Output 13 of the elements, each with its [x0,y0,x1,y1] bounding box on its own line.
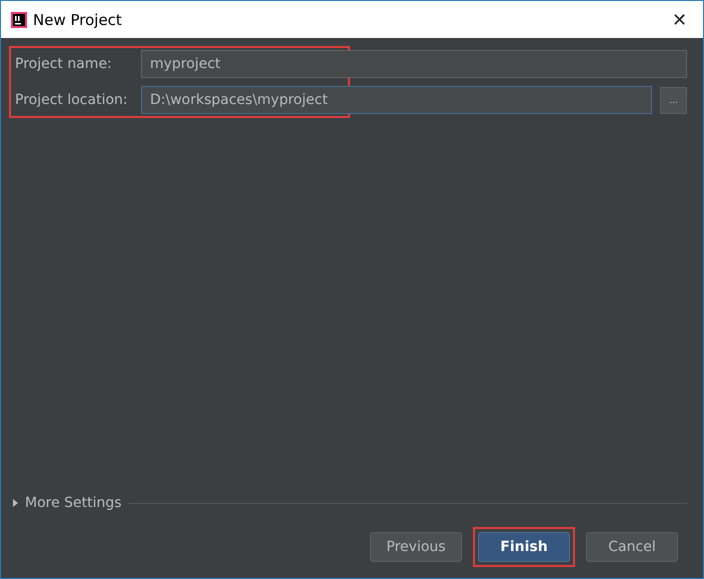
dialog-button[interactable]: Cancel [586,532,678,562]
dialog-button[interactable]: Finish [478,532,570,562]
field-label: Project location: [15,92,129,108]
window-title: New Project [33,10,123,28]
dialog-button[interactable]: Previous [370,532,462,562]
browse-button[interactable]: ... [660,86,687,114]
field-label: Project name: [15,56,113,72]
collapse-arrow-icon[interactable] [13,499,19,507]
app-logo-icon [11,12,27,28]
close-button[interactable]: ✕ [666,8,693,30]
text-field[interactable]: D:\workspaces\myproject [141,86,652,114]
more-settings-toggle[interactable]: More Settings [25,495,122,511]
text-field[interactable]: myproject [141,50,687,78]
